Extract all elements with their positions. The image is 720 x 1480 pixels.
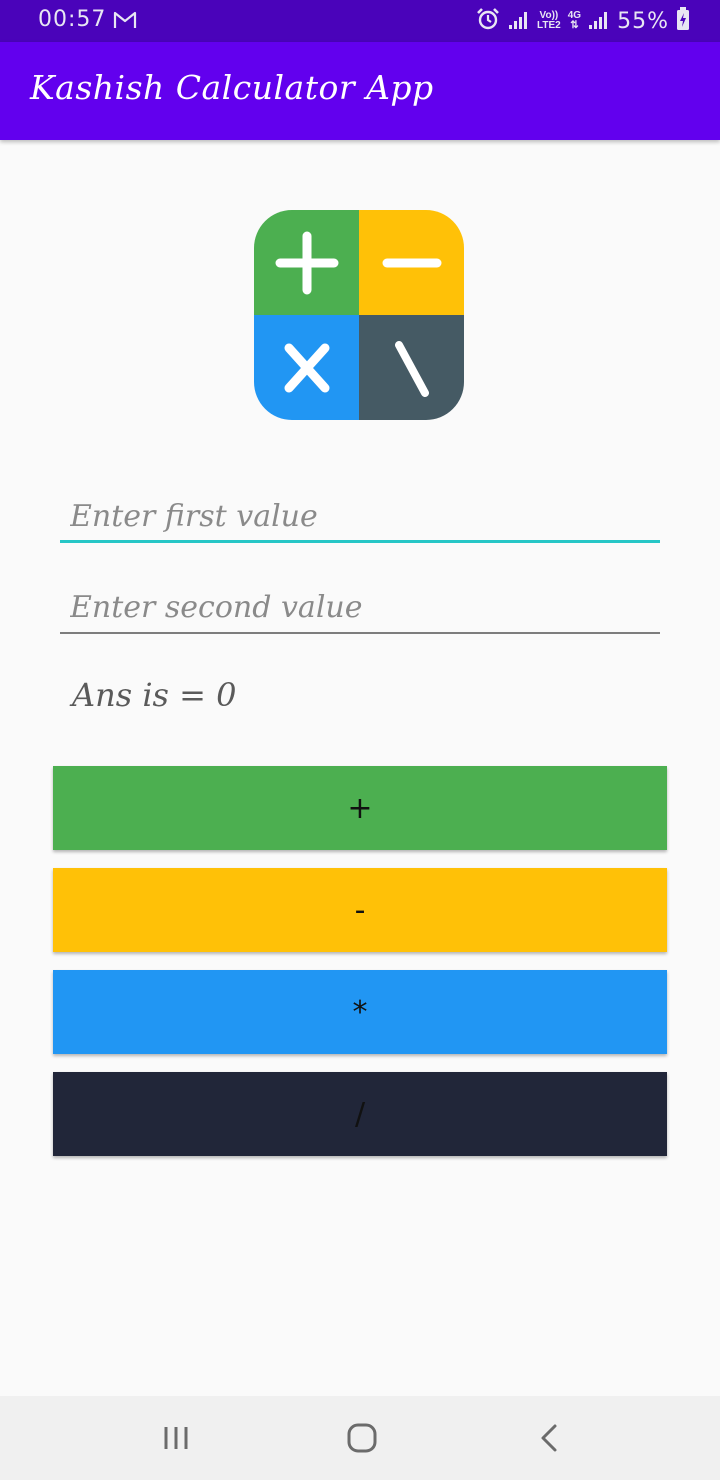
second-value-input[interactable] bbox=[60, 585, 660, 629]
multiply-icon bbox=[254, 315, 359, 420]
data-arrows-icon: ⇅ bbox=[570, 20, 579, 31]
subtract-button[interactable]: - bbox=[53, 868, 667, 952]
add-button[interactable]: + bbox=[53, 766, 667, 850]
alarm-icon bbox=[475, 6, 501, 36]
second-value-field bbox=[60, 585, 660, 634]
battery-charging-icon bbox=[676, 7, 690, 35]
calculator-logo-icon bbox=[254, 210, 464, 420]
multiply-button[interactable]: * bbox=[53, 970, 667, 1054]
first-value-input[interactable] bbox=[60, 494, 660, 538]
plus-icon bbox=[254, 210, 359, 315]
first-value-field bbox=[60, 494, 660, 543]
battery-percent: 55% bbox=[617, 8, 669, 34]
back-icon[interactable] bbox=[526, 1414, 574, 1462]
signal-icon-2 bbox=[588, 8, 610, 34]
recents-icon[interactable] bbox=[152, 1414, 200, 1462]
minus-icon bbox=[359, 210, 464, 315]
status-bar: 00:57 Vo)) LTE2 4G ⇅ 55% bbox=[0, 0, 720, 42]
volte-label: Vo)) LTE2 bbox=[537, 10, 561, 31]
app-title: Kashish Calculator App bbox=[30, 68, 434, 107]
gmail-icon bbox=[113, 10, 137, 30]
divide-icon bbox=[359, 315, 464, 420]
app-bar: Kashish Calculator App bbox=[0, 42, 720, 140]
navigation-bar bbox=[0, 1396, 720, 1480]
answer-text: Ans is = 0 bbox=[72, 676, 237, 714]
first-value-underline bbox=[60, 540, 660, 543]
signal-icon bbox=[508, 8, 530, 34]
data-indicator: 4G ⇅ bbox=[567, 10, 582, 31]
status-time: 00:57 bbox=[38, 7, 107, 32]
second-value-underline bbox=[60, 632, 660, 634]
status-icons: Vo)) LTE2 4G ⇅ 55% bbox=[475, 6, 690, 36]
home-icon[interactable] bbox=[338, 1414, 386, 1462]
divide-button[interactable]: / bbox=[53, 1072, 667, 1156]
